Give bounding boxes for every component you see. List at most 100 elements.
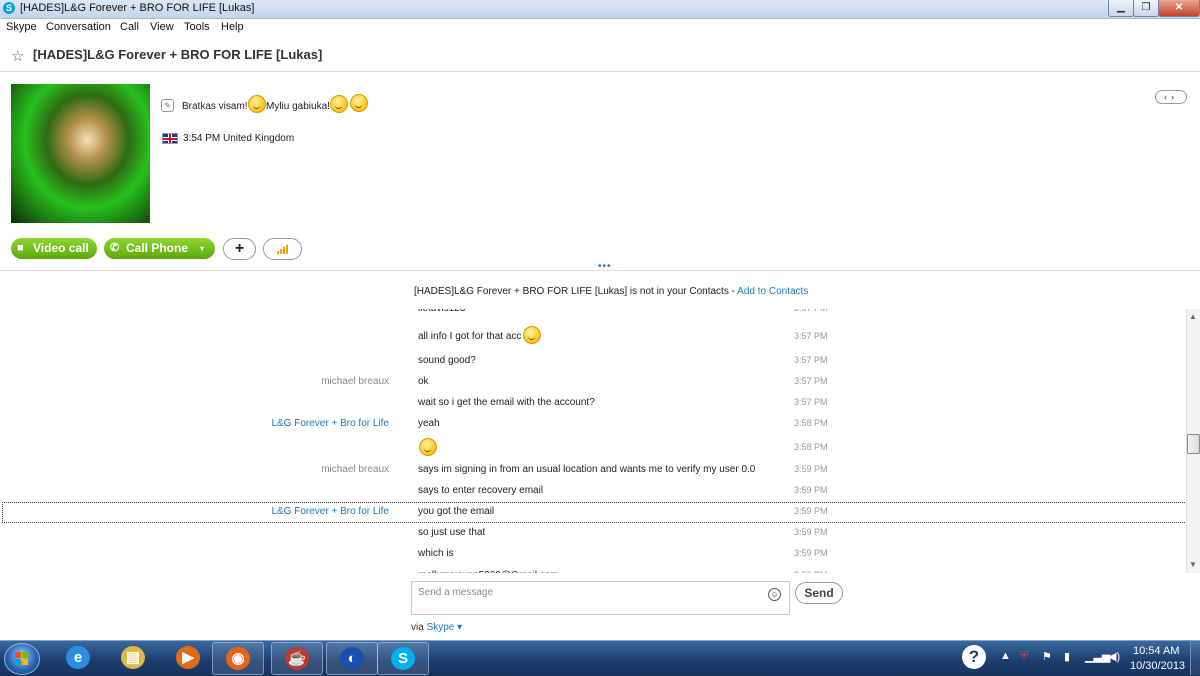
menu-conversation[interactable]: Conversation [46,21,111,33]
call-phone-button[interactable]: ✆ Call Phone ▾ [104,238,215,259]
call-quality-button[interactable] [263,238,302,260]
close-button[interactable]: ✕ [1158,0,1200,17]
message-text: lietuvis123 [418,309,465,314]
tongue-emoticon-icon [248,95,266,113]
message-sender: michael breaux [321,464,389,475]
window-title: [HADES]L&G Forever + BRO FOR LIFE [Lukas… [20,2,255,14]
notice-text: [HADES]L&G Forever + BRO FOR LIFE [Lukas… [414,286,738,297]
message-time: 3:59 PM [794,485,828,495]
video-call-button[interactable]: ■ Video call [11,238,97,259]
call-phone-label: Call Phone [126,241,189,255]
mood-message: Bratkas visam! [182,101,248,112]
menu-view[interactable]: View [150,21,174,33]
chat-message-row[interactable]: all info I got for that acc 3:57 PM [0,326,1185,348]
message-text: says to enter recovery email [418,485,544,496]
network-signal-icon[interactable]: ▁▃▅ [1085,650,1110,663]
message-text: so just use that [418,527,486,538]
header-divider [0,71,1200,72]
add-people-button[interactable]: + [223,238,256,260]
message-time: 3:59 PM [794,548,828,558]
windows-logo-icon [22,652,28,658]
message-time: 3:57 PM [794,376,828,386]
minimize-button[interactable]: ▁ [1108,0,1134,17]
message-text: all info I got for that acc [418,331,522,342]
message-time: 3:59 PM [794,527,828,537]
chat-message-row[interactable]: sound good? 3:57 PM [0,351,1185,372]
menu-help[interactable]: Help [221,21,244,33]
show-desktop-button[interactable] [1190,640,1200,675]
message-time: 3:58 PM [794,442,828,452]
windows-logo-icon [15,652,21,658]
taskbar-skype-button[interactable]: S [377,642,429,675]
video-call-label: Video call [33,241,89,255]
selected-message-outline [2,502,1199,523]
message-text: ok [418,376,429,387]
scroll-down-icon[interactable]: ▼ [1189,560,1197,569]
chat-message-row[interactable]: michael breaux says im signing in from an… [0,460,1185,481]
clock-time[interactable]: 10:54 AM [1133,645,1179,657]
taskbar-firefox-button[interactable]: ◉ [212,642,264,675]
uk-flag-icon [162,133,178,144]
chat-message-row[interactable]: michael breaux ok 3:57 PM [0,372,1185,393]
message-time: 3:58 PM [794,418,828,428]
chat-message-row[interactable]: L&G Forever + Bro for Life yeah 3:58 PM [0,414,1185,435]
emoticon-picker-icon[interactable]: ☺ [768,588,781,601]
via-selector: via Skype ▾ [411,622,462,633]
message-sender: L&G Forever + Bro for Life [271,418,389,429]
skype-logo-icon: S [3,2,15,14]
start-button[interactable] [4,643,40,675]
scroll-up-icon[interactable]: ▲ [1189,312,1197,321]
favorite-star-icon[interactable]: ☆ [11,47,24,65]
maximize-button[interactable]: ❐ [1133,0,1159,17]
contact-name: [HADES]L&G Forever + BRO FOR LIFE [Lukas… [33,47,323,62]
chat-message-row[interactable]: wait so i get the email with the account… [0,393,1185,414]
via-skype-link[interactable]: Skype ▾ [427,622,463,633]
chat-divider [0,270,1200,271]
chat-message-row[interactable]: so just use that 3:59 PM [0,523,1185,544]
power-icon[interactable]: ▮ [1064,650,1070,663]
antivirus-shield-icon[interactable]: ⛨ [1020,650,1028,663]
video-camera-icon: ■ [17,242,24,254]
firefox-icon: ◉ [226,647,250,670]
message-time: 3:57 PM [794,355,828,365]
message-text: which is [418,548,454,559]
chat-message-row[interactable]: 3:58 PM [0,438,1185,459]
chat-history[interactable]: lietuvis1233:57 PMall info I got for tha… [0,309,1185,573]
skype-icon: S [391,647,415,670]
profile-nav-arrows[interactable]: ‹› [1155,90,1187,104]
chat-message-row[interactable]: mollymaxwan5000@Gmail.com 3:59 PM [0,566,1185,573]
mood-message-icon: ✎ [161,99,174,112]
message-input[interactable] [418,587,758,598]
help-icon[interactable]: ? [962,645,986,669]
show-hidden-icons-icon[interactable]: ▲ [1000,650,1011,662]
chat-message-row[interactable]: says to enter recovery email 3:59 PM [0,481,1185,502]
taskbar-java-button[interactable]: ☕ [271,642,323,675]
menu-skype[interactable]: Skype [6,21,37,33]
menu-tools[interactable]: Tools [184,21,210,33]
chat-message-row[interactable]: which is 3:59 PM [0,544,1185,565]
clock-date[interactable]: 10/30/2013 [1130,660,1185,672]
action-center-icon[interactable]: ⚑ [1042,650,1052,663]
windows-logo-icon [15,659,21,665]
chat-message-row[interactable]: lietuvis123 3:57 PM [0,309,1185,320]
taskbar-browser-app-button[interactable]: ◐ [326,642,378,675]
contact-local-time: 3:54 PM United Kingdom [183,133,295,144]
menu-call[interactable]: Call [120,21,139,33]
signal-bar-icon [280,249,282,254]
send-button[interactable]: Send [795,582,843,604]
volume-icon[interactable]: ◀) [1108,650,1120,663]
taskbar-file-explorer-button[interactable]: ▤ [108,642,158,673]
smile-emoticon-icon [350,94,368,112]
mood-text-part2: Myliu gabiuka! [266,101,330,112]
not-in-contacts-notice: [HADES]L&G Forever + BRO FOR LIFE [Lukas… [414,286,808,297]
taskbar-media-player-button[interactable]: ▶ [163,642,213,673]
contact-avatar[interactable] [11,84,150,223]
chevron-down-icon[interactable]: ▾ [200,238,204,259]
message-sender: michael breaux [321,376,389,387]
scrollbar-thumb[interactable] [1187,434,1200,454]
taskbar-internet-explorer-button[interactable]: e [53,642,103,673]
signal-bar-icon [277,251,279,254]
message-text: says im signing in from an usual locatio… [418,464,756,475]
add-to-contacts-link[interactable]: Add to Contacts [737,286,808,297]
message-text: yeah [418,418,440,429]
